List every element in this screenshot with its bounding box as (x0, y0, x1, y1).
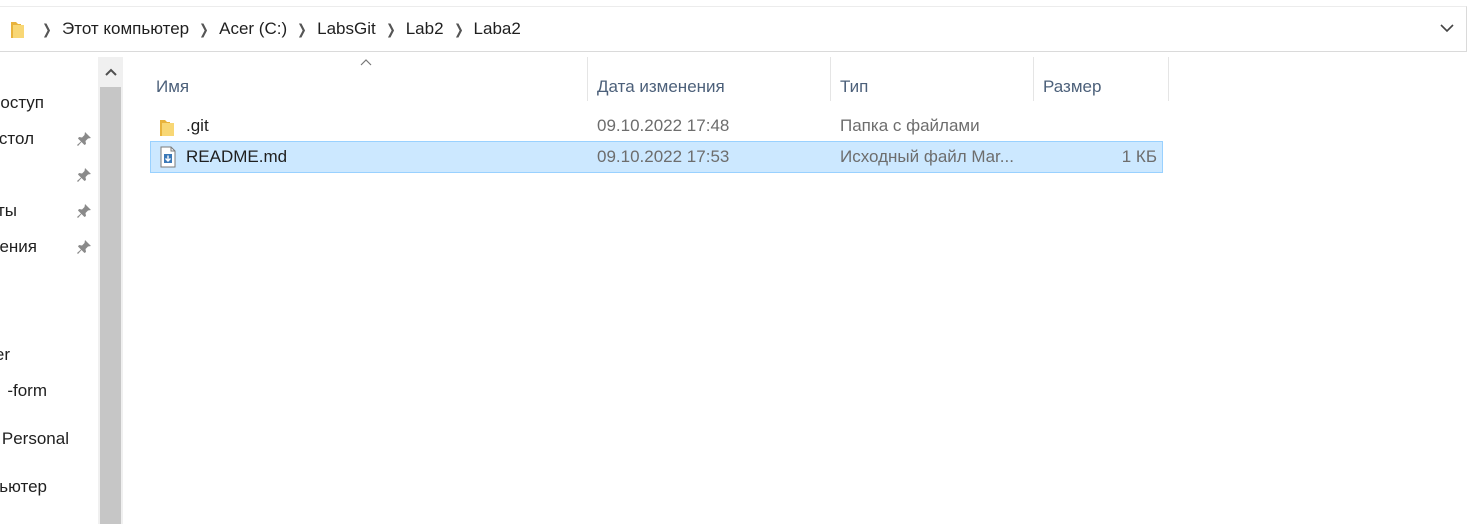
nav-item-label: er (0, 345, 10, 364)
column-header-label: Имя (156, 77, 190, 96)
nav-item-this-pc[interactable]: ьютер (0, 473, 98, 501)
column-header-label: Дата изменения (597, 77, 725, 96)
address-bar: ❯ Этот компьютер ❯ Acer (C:) ❯ LabsGit ❯… (0, 0, 1467, 57)
file-date: 09.10.2022 17:53 (597, 147, 730, 166)
column-header-type[interactable]: Тип (831, 71, 1033, 103)
column-header-date[interactable]: Дата изменения (588, 71, 830, 103)
nav-item-folder-form[interactable]: -form (0, 377, 98, 405)
column-divider[interactable] (1168, 57, 1169, 101)
navigation-pane: оступ стол ты ения er -form Personal ьют… (0, 57, 98, 524)
pin-icon (77, 168, 91, 182)
chevron-right-icon[interactable]: ❯ (450, 21, 468, 38)
folder-icon (11, 22, 24, 38)
chevron-right-icon[interactable]: ❯ (382, 21, 400, 38)
nav-item-label: оступ (0, 93, 44, 112)
sort-ascending-icon (360, 59, 372, 66)
chevron-down-icon[interactable] (1438, 19, 1456, 37)
nav-item-label: стол (0, 129, 34, 148)
file-date: 09.10.2022 17:48 (597, 116, 730, 135)
address-box[interactable]: ❯ Этот компьютер ❯ Acer (C:) ❯ LabsGit ❯… (0, 6, 1467, 52)
nav-item-desktop[interactable]: стол (0, 125, 98, 153)
nav-item-label: ты (0, 201, 17, 220)
file-row-readme[interactable]: README.md 09.10.2022 17:53 Исходный файл… (150, 141, 1163, 173)
nav-scrollbar[interactable] (98, 57, 123, 524)
nav-item-quick-access[interactable]: оступ (0, 89, 98, 117)
column-header-label: Размер (1043, 77, 1102, 96)
file-name[interactable]: .git (186, 111, 209, 141)
file-size (1043, 111, 1157, 141)
file-list: Имя Дата изменения Тип Размер .git 09.10… (123, 57, 1467, 524)
column-header-size[interactable]: Размер (1034, 71, 1168, 103)
scroll-thumb[interactable] (100, 87, 121, 524)
breadcrumb: ❯ Этот компьютер ❯ Acer (C:) ❯ LabsGit ❯… (36, 7, 525, 51)
nav-item-downloads[interactable] (0, 161, 98, 189)
breadcrumb-item-labsgit[interactable]: LabsGit (313, 19, 380, 39)
file-type: Папка с файлами (840, 116, 980, 135)
pin-icon (77, 240, 91, 254)
file-size: 1 КБ (1121, 147, 1157, 166)
folder-icon (160, 120, 174, 136)
file-row-git[interactable]: .git 09.10.2022 17:48 Папка с файлами (150, 111, 1163, 143)
scroll-up-button[interactable] (98, 57, 123, 87)
chevron-right-icon[interactable]: ❯ (38, 21, 56, 38)
pin-icon (77, 204, 91, 218)
markdown-file-icon (160, 146, 176, 168)
nav-item-documents[interactable]: ты (0, 197, 98, 225)
column-header-label: Тип (840, 77, 869, 96)
nav-item-label: Personal (1, 429, 69, 448)
nav-item-label: ения (0, 237, 37, 256)
breadcrumb-item-drive[interactable]: Acer (C:) (215, 19, 291, 39)
column-header-name[interactable]: Имя (147, 71, 587, 103)
breadcrumb-item-lab2[interactable]: Lab2 (402, 19, 448, 39)
file-name[interactable]: README.md (186, 142, 287, 172)
chevron-up-icon (104, 68, 117, 76)
breadcrumb-item-laba2[interactable]: Laba2 (470, 19, 525, 39)
breadcrumb-item-this-pc[interactable]: Этот компьютер (58, 19, 193, 39)
nav-item-onedrive-personal[interactable]: Personal (0, 425, 98, 453)
file-type: Исходный файл Mar... (840, 147, 1014, 166)
nav-item-images[interactable]: ения (0, 233, 98, 261)
nav-item-folder-er[interactable]: er (0, 341, 98, 369)
nav-item-label: -form (7, 381, 47, 400)
chevron-right-icon[interactable]: ❯ (195, 21, 213, 38)
chevron-right-icon[interactable]: ❯ (293, 21, 311, 38)
nav-item-label: ьютер (0, 477, 47, 496)
pin-icon (77, 132, 91, 146)
